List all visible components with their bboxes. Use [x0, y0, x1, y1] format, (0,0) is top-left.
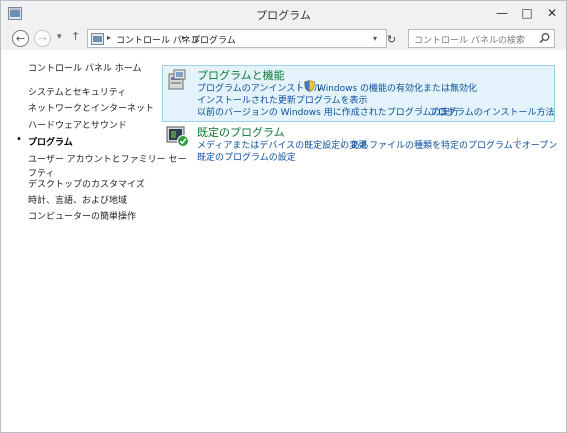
search-box[interactable]: コントロール パネルの検索: [408, 29, 555, 48]
link-separator: |: [516, 138, 520, 148]
navigation-bar: ← → ▾ ↑ ▸ コントロール パネル ▸ プログラム ▾ ↻ コントロール …: [1, 28, 566, 50]
back-arrow-icon: ←: [15, 32, 26, 45]
link-separator: |: [341, 138, 345, 148]
open-file-type-with-program-link[interactable]: あるファイルの種類を特定のプログラムでオープン: [351, 138, 557, 151]
sidebar-item-user-accounts[interactable]: ユーザー アカウントとファミリー セー フティ: [28, 152, 187, 179]
current-page-bullet: •: [16, 134, 22, 145]
control-panel-location-icon: [91, 33, 104, 45]
search-input[interactable]: コントロール パネルの検索: [414, 33, 525, 46]
uac-shield-icon: [304, 80, 315, 92]
back-button[interactable]: ←: [12, 30, 29, 47]
forward-arrow-icon: →: [37, 32, 48, 45]
window: プログラム — □ ✕ ← → ▾ ↑ ▸ コントロール パネル ▸ プログラム…: [0, 0, 567, 433]
sidebar-item-hardware-sound[interactable]: ハードウェアとサウンド: [28, 118, 127, 131]
default-programs-icon: [166, 126, 189, 147]
breadcrumb-control-panel[interactable]: コントロール パネル: [116, 33, 200, 46]
sidebar-item-programs[interactable]: プログラム: [28, 135, 73, 148]
up-button[interactable]: ↑: [71, 30, 80, 43]
how-to-install-program-link[interactable]: プログラムのインストール方法: [429, 105, 555, 118]
programs-and-features-icon: [168, 69, 186, 90]
refresh-icon: ↻: [386, 33, 397, 46]
breadcrumb-separator-icon: ▸: [107, 33, 112, 42]
sidebar-item-appearance[interactable]: デスクトップのカスタマイズ: [28, 177, 145, 190]
sidebar-item-system-security[interactable]: システムとセキュリティ: [28, 85, 126, 98]
window-title: プログラム: [256, 9, 311, 22]
sidebar-item-user-accounts-line1: ユーザー アカウントとファミリー セー: [28, 155, 187, 165]
sidebar-item-ease-of-access[interactable]: コンピューターの簡単操作: [28, 209, 136, 222]
sidebar-item-network-internet[interactable]: ネットワークとインターネット: [28, 101, 154, 114]
link-separator: |: [420, 105, 424, 115]
refresh-button[interactable]: ↻: [382, 30, 401, 49]
address-dropdown-icon[interactable]: ▾: [373, 34, 377, 43]
set-default-programs-link[interactable]: 既定のプログラムの設定: [197, 150, 296, 163]
minimize-button[interactable]: —: [492, 5, 512, 21]
search-icon[interactable]: [538, 32, 551, 45]
close-button[interactable]: ✕: [542, 5, 562, 21]
sidebar-item-clock-language-region[interactable]: 時計、言語、および地域: [28, 193, 127, 206]
breadcrumb-programs[interactable]: プログラム: [191, 33, 236, 46]
link-separator: |: [298, 81, 302, 91]
maximize-button[interactable]: □: [517, 5, 537, 21]
address-bar[interactable]: ▸ コントロール パネル ▸ プログラム ▾: [87, 29, 387, 48]
recent-locations-dropdown[interactable]: ▾: [57, 32, 62, 42]
forward-button[interactable]: →: [34, 30, 51, 47]
control-panel-home-link[interactable]: コントロール パネル ホーム: [28, 61, 141, 74]
title-bar: プログラム — □ ✕: [1, 1, 566, 28]
breadcrumb-separator-icon: ▸: [182, 33, 187, 42]
